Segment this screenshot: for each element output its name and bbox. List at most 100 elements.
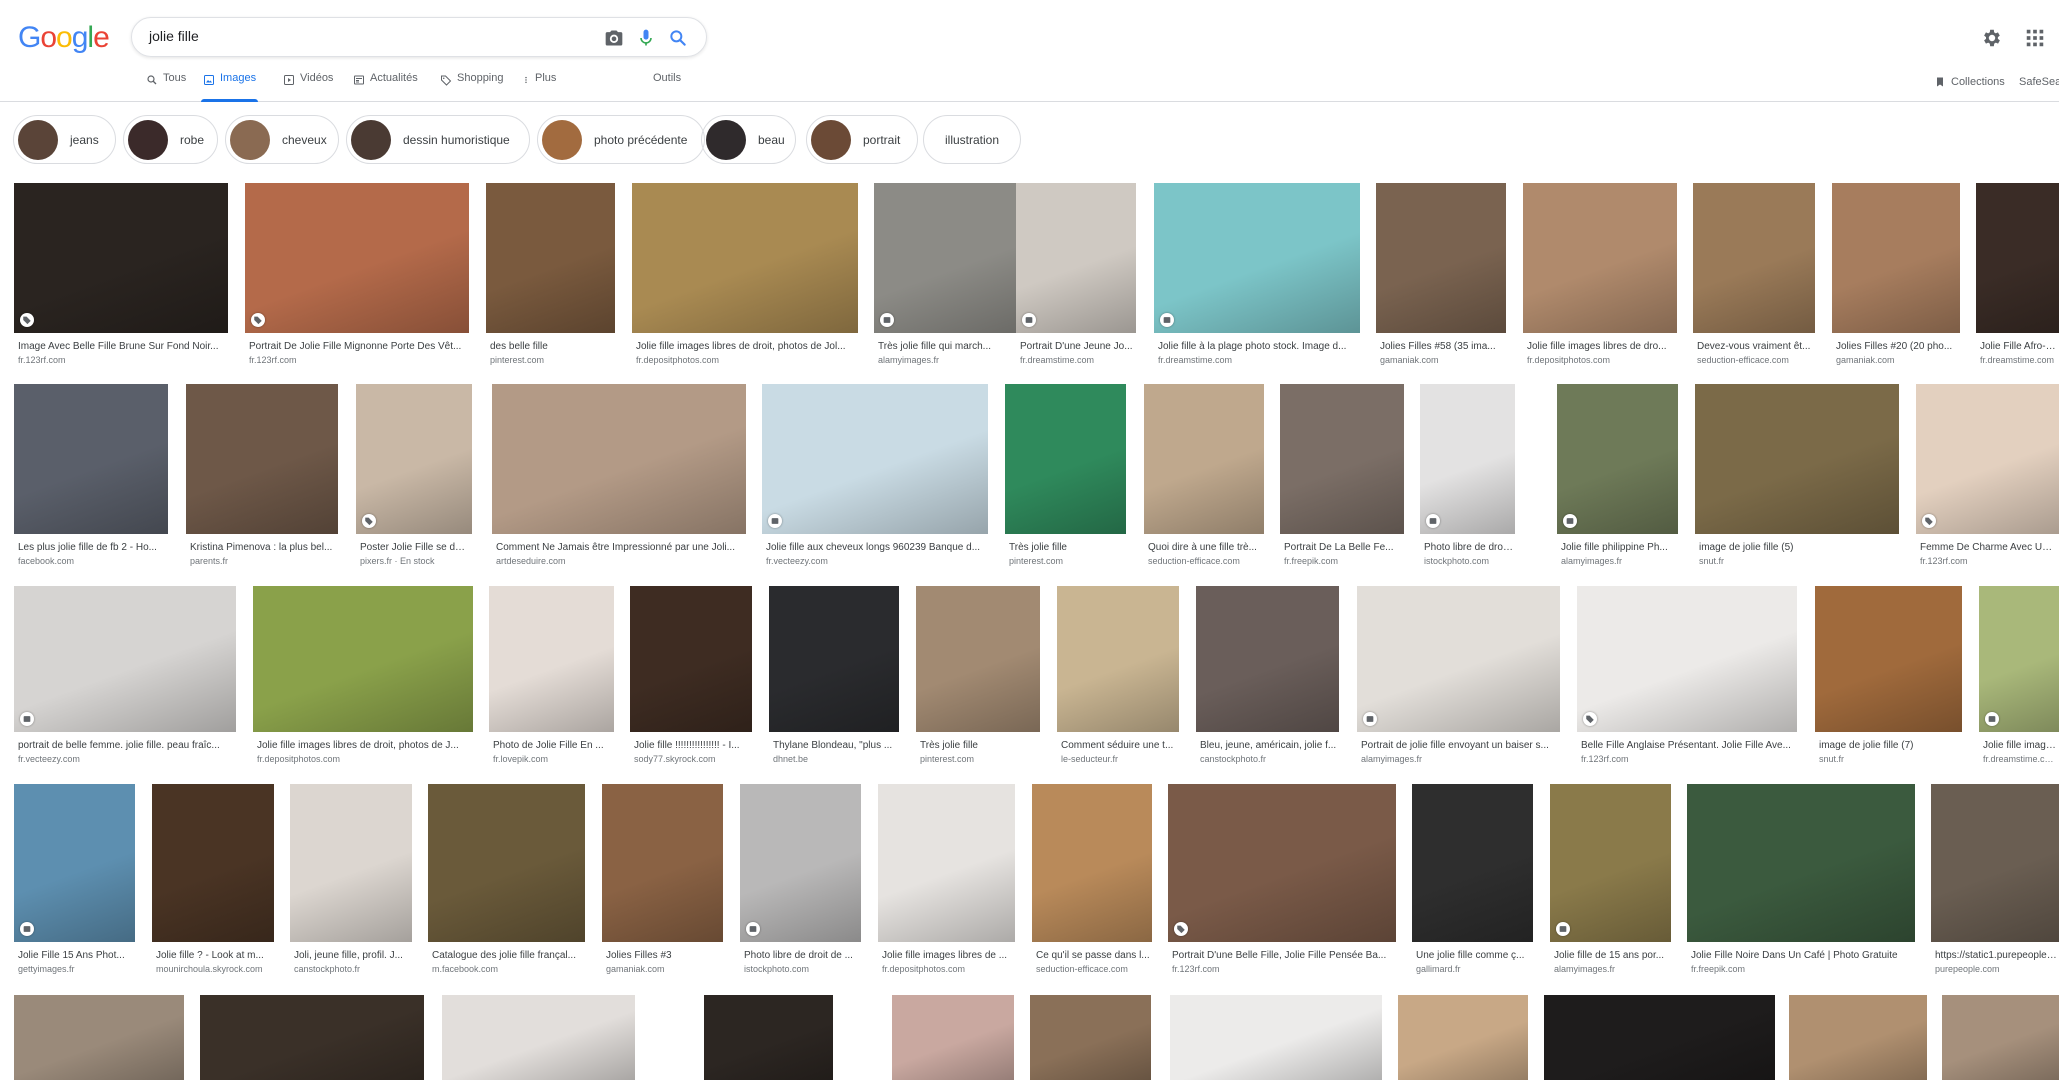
result-thumbnail[interactable] xyxy=(428,784,585,942)
result-thumbnail[interactable] xyxy=(1412,784,1533,942)
result-caption[interactable]: Jolie fille !!!!!!!!!!!!!!!! - I... xyxy=(634,740,750,751)
result-thumbnail[interactable] xyxy=(892,995,1014,1080)
image-result-card[interactable]: Très jolie fille qui march... alamyimages… xyxy=(874,183,1036,373)
result-caption[interactable]: Jolie fille à la plage photo stock. Imag… xyxy=(1158,341,1358,352)
result-caption[interactable]: Kristina Pimenova : la plus bel... xyxy=(190,542,336,553)
image-result-card[interactable]: Portrait De La Belle Fe... fr.freepik.com xyxy=(1280,384,1404,574)
result-caption[interactable]: Jolie Fille Noire Dans Un Café | Photo G… xyxy=(1691,950,1913,961)
result-caption[interactable]: https://static1.purepeople.c... xyxy=(1935,950,2057,961)
result-caption[interactable]: Image Avec Belle Fille Brune Sur Fond No… xyxy=(18,341,226,352)
search-box[interactable]: jolie fille xyxy=(131,17,707,57)
gear-icon[interactable] xyxy=(1981,27,2003,49)
result-thumbnail[interactable] xyxy=(1032,784,1152,942)
image-result-card[interactable]: Comment séduire une t... le-seducteur.fr xyxy=(1057,586,1179,772)
image-result-card[interactable]: Jolies Filles #3 gamaniak.com xyxy=(602,784,723,982)
result-thumbnail[interactable] xyxy=(630,586,752,732)
result-thumbnail[interactable] xyxy=(769,586,899,732)
result-thumbnail[interactable] xyxy=(14,183,228,333)
chip-photo-precedente[interactable]: photo précédente xyxy=(537,115,705,164)
result-caption[interactable]: Jolie fille images libres de ... xyxy=(882,950,1013,961)
result-caption[interactable]: Jolie fille philippine Ph... xyxy=(1561,542,1676,553)
result-thumbnail[interactable] xyxy=(1357,586,1560,732)
result-caption[interactable]: Bleu, jeune, américain, jolie f... xyxy=(1200,740,1337,751)
image-result-card[interactable] xyxy=(1789,995,1927,1080)
result-thumbnail[interactable] xyxy=(14,384,168,534)
result-caption[interactable]: Ce qu'il se passe dans l... xyxy=(1036,950,1150,961)
result-caption[interactable]: Jolies Filles #3 xyxy=(606,950,721,961)
image-result-card[interactable]: Comment Ne Jamais être Impressionné par … xyxy=(492,384,746,574)
image-result-card[interactable]: Jolie fille à la plage photo stock. Imag… xyxy=(1154,183,1360,373)
result-thumbnail[interactable] xyxy=(1057,586,1179,732)
image-result-card[interactable]: Photo de Jolie Fille En ... fr.lovepik.co… xyxy=(489,586,614,772)
result-caption[interactable]: Portrait D'une Belle Fille, Jolie Fille … xyxy=(1172,950,1394,961)
result-caption[interactable]: Jolie fille images libres de droit, phot… xyxy=(636,341,856,352)
result-caption[interactable]: Photo libre de droit de ... xyxy=(1424,542,1513,553)
result-thumbnail[interactable] xyxy=(1695,384,1899,534)
chip-robe[interactable]: robe xyxy=(123,115,218,164)
chip-beau[interactable]: beau xyxy=(701,115,796,164)
collections-link[interactable]: Collections xyxy=(1934,76,2005,88)
image-result-card[interactable]: Jolie fille aux cheveux longs 960239 Ban… xyxy=(762,384,988,574)
result-caption[interactable]: Jolie fille de 15 ans por... xyxy=(1554,950,1669,961)
result-thumbnail[interactable] xyxy=(152,784,274,942)
image-result-card[interactable]: Jolie fille image ... fr.dreamstime.com xyxy=(1979,586,2059,772)
image-result-card[interactable]: des belle fille pinterest.com xyxy=(486,183,615,373)
image-result-card[interactable]: Jolie fille philippine Ph... alamyimages.… xyxy=(1557,384,1678,574)
result-thumbnail[interactable] xyxy=(916,586,1040,732)
result-thumbnail[interactable] xyxy=(1523,183,1677,333)
safesearch-link[interactable]: SafeSea xyxy=(2019,76,2059,88)
image-result-card[interactable] xyxy=(1398,995,1528,1080)
result-caption[interactable]: Comment séduire une t... xyxy=(1061,740,1177,751)
image-result-card[interactable]: Thylane Blondeau, "plus ... dhnet.be xyxy=(769,586,899,772)
result-thumbnail[interactable] xyxy=(442,995,635,1080)
result-thumbnail[interactable] xyxy=(1687,784,1915,942)
image-result-card[interactable]: Portrait de jolie fille envoyant un bais… xyxy=(1357,586,1560,772)
image-result-card[interactable]: Jolie fille images libres de dro... fr.de… xyxy=(1523,183,1677,373)
image-result-card[interactable] xyxy=(892,995,1014,1080)
result-thumbnail[interactable] xyxy=(356,384,472,534)
result-caption[interactable]: Très jolie fille xyxy=(920,740,1038,751)
result-thumbnail[interactable] xyxy=(186,384,338,534)
microphone-icon[interactable] xyxy=(636,28,656,48)
result-caption[interactable]: Jolie fille aux cheveux longs 960239 Ban… xyxy=(766,542,986,553)
image-result-card[interactable]: portrait de belle femme. jolie fille. pe… xyxy=(14,586,236,772)
image-result-card[interactable]: Poster Jolie Fille se dés... pixers.fr · … xyxy=(356,384,472,574)
result-caption[interactable]: Jolies Filles #20 (20 pho... xyxy=(1836,341,1958,352)
image-result-card[interactable]: Jolie fille images libres de droit, phot… xyxy=(253,586,473,772)
result-caption[interactable]: Femme De Charme Avec Une F... xyxy=(1920,542,2057,553)
result-caption[interactable]: image de jolie fille (5) xyxy=(1699,542,1897,553)
result-thumbnail[interactable] xyxy=(1420,384,1515,534)
image-result-card[interactable]: Une jolie fille comme ç... gallimard.fr xyxy=(1412,784,1533,982)
result-caption[interactable]: Belle Fille Anglaise Présentant. Jolie F… xyxy=(1581,740,1795,751)
result-thumbnail[interactable] xyxy=(1280,384,1404,534)
image-result-card[interactable]: Portrait De Jolie Fille Mignonne Porte D… xyxy=(245,183,469,373)
image-result-card[interactable]: Jolie Fille 15 Ans Phot... gettyimages.fr xyxy=(14,784,135,982)
tab-tous[interactable]: Tous xyxy=(146,72,186,102)
result-thumbnail[interactable] xyxy=(14,995,184,1080)
image-result-card[interactable] xyxy=(1942,995,2059,1080)
result-thumbnail[interactable] xyxy=(290,784,412,942)
image-result-card[interactable]: Image Avec Belle Fille Brune Sur Fond No… xyxy=(14,183,228,373)
result-thumbnail[interactable] xyxy=(874,183,1036,333)
result-caption[interactable]: Jolie Fille 15 Ans Phot... xyxy=(18,950,133,961)
result-thumbnail[interactable] xyxy=(1916,384,2059,534)
image-result-card[interactable]: image de jolie fille (7) snut.fr xyxy=(1815,586,1962,772)
result-thumbnail[interactable] xyxy=(486,183,615,333)
image-result-card[interactable]: Portrait D'une Jeune Jo... fr.dreamstime.… xyxy=(1016,183,1136,373)
result-thumbnail[interactable] xyxy=(1168,784,1396,942)
image-result-card[interactable] xyxy=(704,995,833,1080)
result-caption[interactable]: Portrait De La Belle Fe... xyxy=(1284,542,1402,553)
result-caption[interactable]: Jolie fille image ... xyxy=(1983,740,2057,751)
result-thumbnail[interactable] xyxy=(200,995,424,1080)
search-input[interactable]: jolie fille xyxy=(149,28,199,44)
result-caption[interactable]: Portrait de jolie fille envoyant un bais… xyxy=(1361,740,1558,751)
result-thumbnail[interactable] xyxy=(878,784,1015,942)
result-caption[interactable]: Thylane Blondeau, "plus ... xyxy=(773,740,897,751)
result-thumbnail[interactable] xyxy=(632,183,858,333)
image-result-card[interactable] xyxy=(1544,995,1775,1080)
image-result-card[interactable]: Bleu, jeune, américain, jolie f... cansto… xyxy=(1196,586,1339,772)
image-result-card[interactable]: https://static1.purepeople.c... purepeopl… xyxy=(1931,784,2059,982)
result-thumbnail[interactable] xyxy=(14,784,135,942)
image-result-card[interactable]: Catalogue des jolie fille françal... m.fa… xyxy=(428,784,585,982)
result-caption[interactable]: des belle fille xyxy=(490,341,613,352)
